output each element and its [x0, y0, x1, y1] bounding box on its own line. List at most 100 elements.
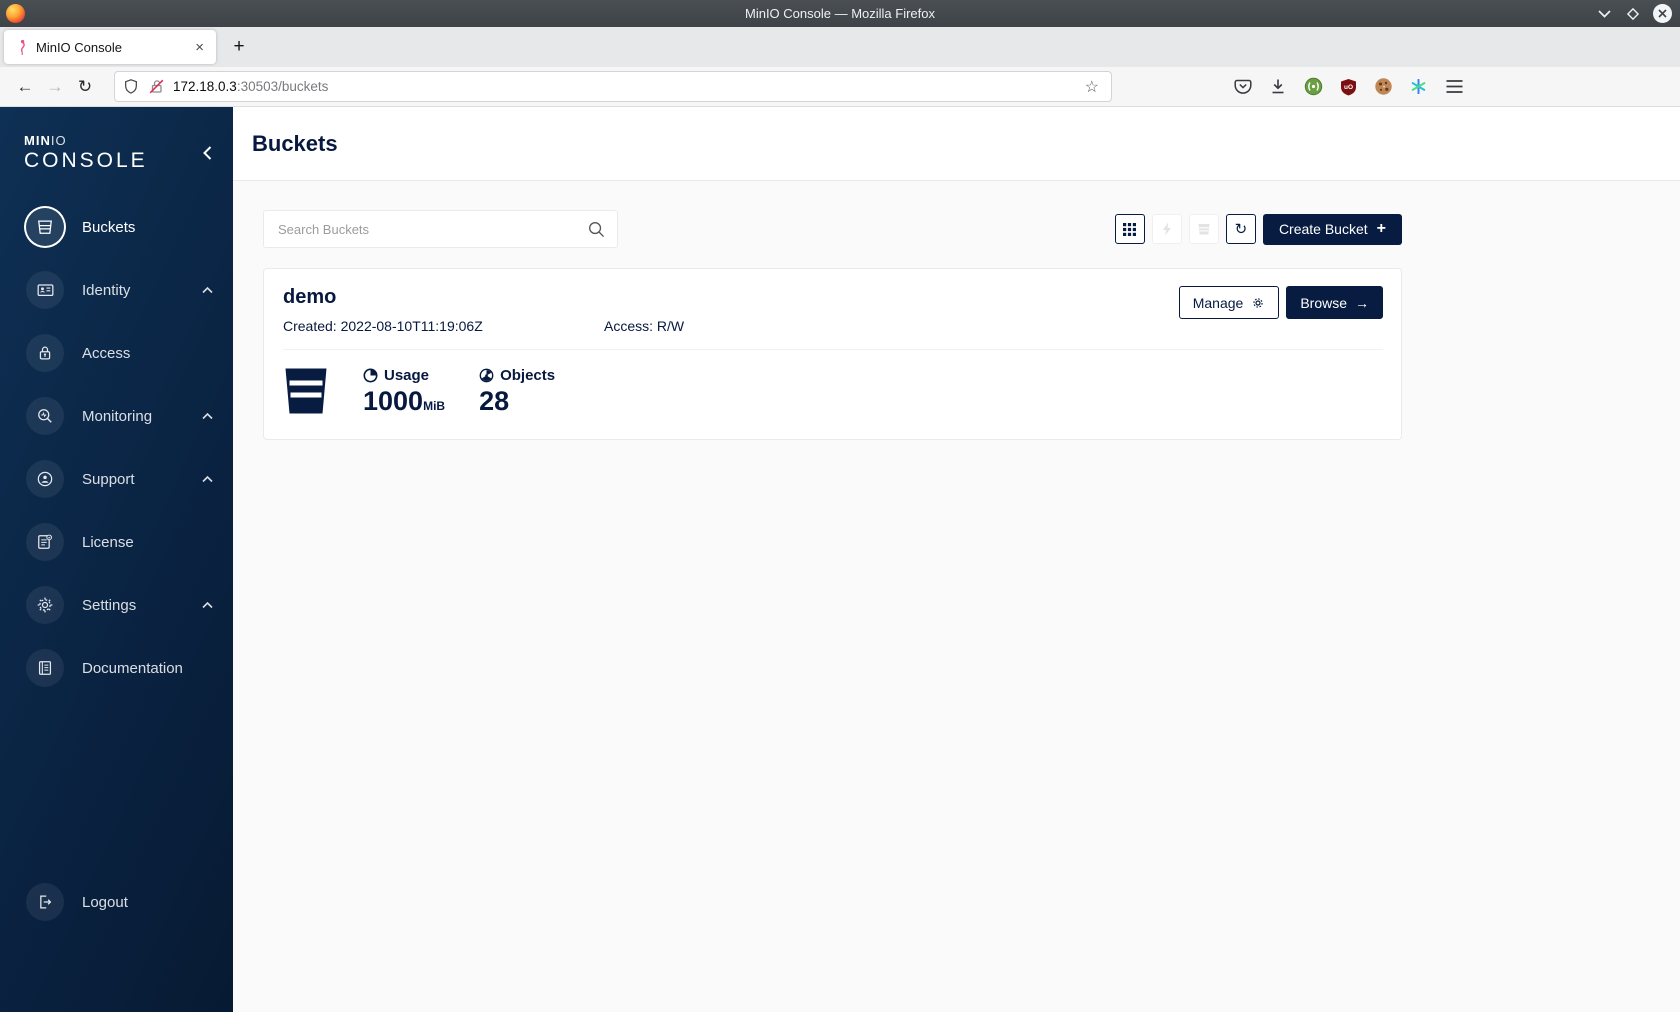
forward-button: → — [46, 76, 64, 96]
window-title: MinIO Console — Mozilla Firefox — [745, 6, 935, 21]
maximize-button[interactable] — [1623, 4, 1643, 24]
downloads-icon[interactable] — [1267, 76, 1289, 98]
logo-io: IO — [50, 133, 67, 148]
sidebar-item-label: Logout — [82, 893, 128, 911]
sidebar-item-buckets[interactable]: Buckets — [0, 205, 233, 249]
sidebar-item-identity[interactable]: Identity — [0, 268, 233, 312]
sidebar-item-label: Support — [82, 470, 135, 488]
usage-unit: MiB — [423, 399, 446, 413]
bucket-created: Created: 2022-08-10T11:19:06Z — [283, 318, 483, 334]
url-host: 172.18.0.3 — [173, 79, 237, 94]
support-icon — [37, 471, 53, 487]
sidebar-collapse-button[interactable] — [197, 143, 217, 163]
back-button[interactable]: ← — [10, 72, 40, 102]
flamingo-favicon-icon — [20, 39, 25, 55]
chevron-up-icon[interactable] — [202, 412, 213, 420]
actions-row: ↻ Create Bucket + — [263, 210, 1402, 248]
bucket-access: Access: R/W — [604, 318, 685, 334]
insecure-lock-icon[interactable] — [148, 78, 165, 95]
tab-close-icon[interactable]: × — [191, 39, 208, 56]
page-title: Buckets — [252, 130, 338, 156]
grid-icon — [1123, 222, 1137, 236]
titlebar: MinIO Console — Mozilla Firefox — [0, 0, 1680, 27]
sidebar-item-label: License — [82, 533, 134, 551]
main-panel: Buckets Search Buckets ↻ Create Bucket +… — [233, 107, 1680, 1012]
sidebar-item-settings[interactable]: Settings — [0, 583, 233, 627]
sidebar-item-support[interactable]: Support — [0, 457, 233, 501]
chevron-up-icon[interactable] — [202, 286, 213, 294]
objects-metric: Objects 28 — [479, 367, 555, 415]
refresh-icon: ↻ — [1234, 221, 1248, 238]
chevron-up-icon[interactable] — [202, 601, 213, 609]
sidebar-item-documentation[interactable]: Documentation — [0, 646, 233, 690]
reload-button[interactable]: ↻ — [70, 72, 100, 102]
navigation-toolbar: ← → ↻ 172.18.0.3:30503/buckets ☆ uO — [0, 67, 1680, 107]
sidebar-menu: Buckets Identity Access Monitoring Suppo… — [0, 205, 233, 690]
lock-icon — [39, 346, 51, 360]
create-bucket-button[interactable]: Create Bucket + — [1262, 213, 1402, 245]
sidebar-item-label: Buckets — [82, 218, 136, 236]
sidebar-item-label: Access — [82, 344, 131, 362]
sidebar-item-access[interactable]: Access — [0, 331, 233, 375]
sidebar-item-logout[interactable]: Logout — [0, 880, 233, 924]
pocket-icon[interactable] — [1232, 76, 1254, 98]
objects-icon — [479, 368, 494, 383]
pie-chart-icon — [363, 368, 378, 383]
menu-icon[interactable] — [1443, 76, 1465, 98]
tab-title: MinIO Console — [36, 39, 122, 55]
chevron-up-icon[interactable] — [202, 475, 213, 483]
url-bar[interactable]: 172.18.0.3:30503/buckets ☆ — [114, 71, 1112, 102]
close-icon — [1652, 4, 1672, 23]
refresh-button[interactable]: ↻ — [1225, 214, 1256, 244]
bookmark-star-icon[interactable]: ☆ — [1081, 77, 1103, 97]
arrow-right-icon: → — [1355, 294, 1369, 311]
tab-minio-console[interactable]: MinIO Console × — [4, 30, 216, 64]
minio-logo: MINIO CONSOLE — [0, 107, 233, 173]
new-tab-button[interactable]: + — [224, 32, 254, 62]
bucket-name[interactable]: demo — [283, 286, 1179, 309]
id-card-icon — [37, 284, 53, 297]
sidebar-item-monitoring[interactable]: Monitoring — [0, 394, 233, 438]
sidebar-item-label: Identity — [82, 281, 131, 299]
extension-green-icon[interactable] — [1302, 76, 1324, 98]
url-path: :30503/buckets — [236, 79, 329, 94]
search-icon — [589, 221, 605, 237]
delete-bucket-button — [1188, 214, 1219, 244]
extension-asterisk-icon[interactable] — [1407, 76, 1429, 98]
grid-view-button[interactable] — [1114, 214, 1145, 244]
chevron-left-icon — [202, 146, 211, 160]
bucket-small-icon — [1198, 224, 1210, 235]
objects-value: 28 — [479, 386, 510, 416]
minimize-button[interactable] — [1594, 4, 1614, 24]
shield-icon[interactable] — [123, 78, 139, 95]
usage-value: 1000 — [363, 386, 424, 416]
objects-label: Objects — [500, 367, 556, 384]
usage-label: Usage — [384, 367, 430, 384]
svg-text:uO: uO — [1343, 84, 1352, 91]
manage-label: Manage — [1192, 294, 1244, 311]
cookie-extension-icon[interactable] — [1372, 76, 1394, 98]
sidebar: MINIO CONSOLE Buckets Identity Access Mo… — [0, 107, 233, 1012]
manage-button[interactable]: Manage — [1178, 286, 1280, 319]
bolt-icon — [1162, 222, 1171, 236]
browse-label: Browse — [1300, 294, 1347, 311]
browser-window: MinIO Console — Mozilla Firefox MinIO Co… — [0, 0, 1680, 1012]
usage-metric: Usage 1000MiB — [363, 367, 445, 415]
bucket-card[interactable]: demo Created: 2022-08-10T11:19:06Z Acces… — [263, 268, 1402, 440]
sidebar-item-label: Settings — [82, 596, 137, 614]
url-text[interactable]: 172.18.0.3:30503/buckets — [173, 79, 1081, 94]
bucket-toolbar: ↻ Create Bucket + — [1114, 213, 1402, 245]
search-box[interactable] — [263, 210, 618, 248]
search-input[interactable] — [278, 221, 588, 237]
tab-bar: MinIO Console × + — [0, 27, 1680, 67]
close-button[interactable] — [1652, 4, 1672, 24]
bucket-large-icon — [285, 368, 327, 414]
gear-icon — [1253, 297, 1263, 308]
sidebar-item-label: Documentation — [82, 659, 183, 677]
ublock-origin-icon[interactable]: uO — [1337, 76, 1359, 98]
book-icon — [38, 661, 52, 675]
replication-button — [1151, 214, 1182, 244]
browse-button[interactable]: Browse → — [1286, 286, 1383, 319]
sidebar-item-license[interactable]: License — [0, 520, 233, 564]
license-icon — [38, 534, 52, 549]
